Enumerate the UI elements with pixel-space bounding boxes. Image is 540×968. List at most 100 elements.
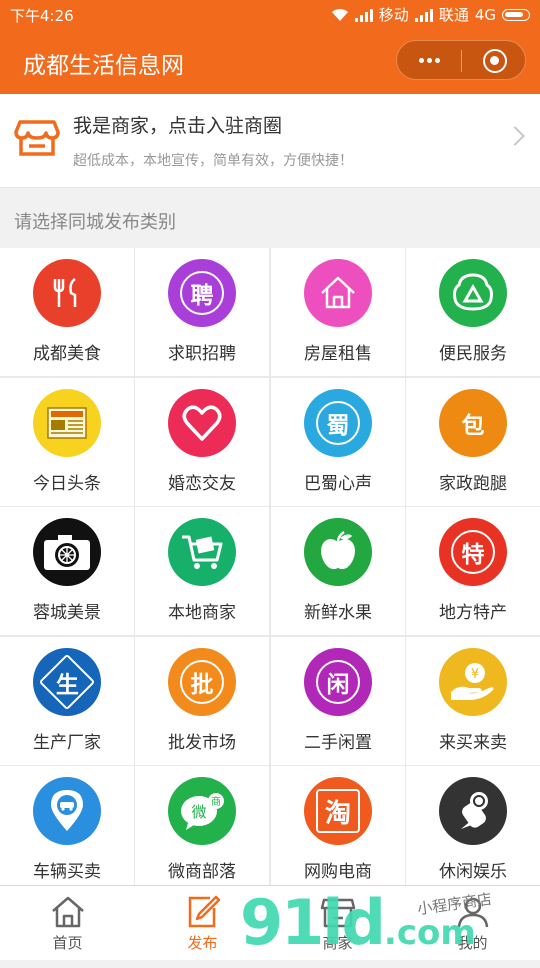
category-item[interactable]: 休闲娱乐 — [406, 766, 540, 894]
carrier-1: 移动 — [378, 6, 409, 24]
category-item[interactable]: 便民服务 — [406, 248, 540, 376]
network-type: 4G — [474, 5, 496, 24]
housekeeping-glyph: 包 — [461, 413, 485, 439]
tab-home[interactable]: 首页 — [0, 886, 135, 961]
specialty-glyph: 特 — [461, 542, 485, 568]
category-label: 今日头条 — [33, 474, 101, 494]
category-label: 生产厂家 — [33, 733, 101, 753]
chevron-right-icon — [505, 126, 525, 146]
store-icon — [14, 120, 60, 156]
capsule-divider — [461, 50, 462, 72]
wholesale-glyph: 批 — [190, 672, 214, 698]
merchant-title: 我是商家，点击入驻商圈 — [73, 115, 283, 137]
merchant-subtitle: 超低成本，本地宣传，简单有效，方便快捷！ — [73, 153, 353, 169]
category-label: 微商部落 — [168, 862, 236, 882]
specialty-icon: 特 — [439, 518, 507, 586]
trade-icon: ¥ — [439, 648, 507, 716]
watermark-logo-text: 91ld — [240, 886, 386, 959]
category-item[interactable]: 车辆买卖 — [0, 766, 134, 894]
category-item[interactable]: 成都美食 — [0, 248, 134, 376]
category-label: 婚恋交友 — [168, 474, 236, 494]
car-icon — [33, 777, 101, 845]
wechat-shop-icon: 微商 — [168, 777, 236, 845]
secondhand-icon: 闲 — [304, 648, 372, 716]
house-icon — [304, 259, 372, 327]
news-icon — [33, 389, 101, 457]
category-label: 网购电商 — [304, 862, 372, 882]
close-miniprogram-icon[interactable] — [483, 49, 507, 73]
merchant-join-banner[interactable]: 我是商家，点击入驻商圈 超低成本，本地宣传，简单有效，方便快捷！ — [0, 94, 540, 188]
category-item[interactable]: 特地方特产 — [406, 507, 540, 635]
shu-glyph: 蜀 — [326, 413, 350, 439]
apple-icon — [304, 518, 372, 586]
category-label: 休闲娱乐 — [439, 862, 507, 882]
recruit-glyph: 聘 — [190, 283, 214, 309]
watermark-logo-suffix: .com — [383, 913, 476, 953]
category-label: 蓉城美景 — [33, 603, 101, 623]
status-right: 移动 联通 4G — [331, 4, 530, 25]
wifi-icon — [331, 8, 348, 21]
category-item[interactable]: 微商微商部落 — [135, 766, 269, 894]
svg-text:微: 微 — [191, 803, 206, 821]
category-label: 巴蜀心声 — [304, 474, 372, 494]
category-label: 成都美食 — [33, 344, 101, 364]
factory-glyph: 生 — [55, 672, 79, 698]
category-label: 来买来卖 — [439, 733, 507, 753]
recruit-icon: 聘 — [168, 259, 236, 327]
category-item[interactable]: 房屋租售 — [271, 248, 405, 376]
category-label: 房屋租售 — [304, 344, 372, 364]
category-label: 求职招聘 — [168, 344, 236, 364]
category-label: 车辆买卖 — [33, 862, 101, 882]
status-time: 下午4:26 — [10, 7, 74, 25]
category-item[interactable]: 今日头条 — [0, 378, 134, 506]
taobao-glyph: 淘 — [324, 798, 351, 829]
category-item[interactable]: 淘网购电商 — [271, 766, 405, 894]
category-item[interactable]: 蓉城美景 — [0, 507, 134, 635]
taobao-icon: 淘 — [304, 777, 372, 845]
publish-icon — [188, 895, 221, 928]
shu-icon: 蜀 — [304, 389, 372, 457]
page-title: 成都生活信息网 — [23, 53, 184, 79]
heart-icon — [168, 389, 236, 457]
category-item[interactable]: 批批发市场 — [135, 637, 269, 765]
housekeeping-icon: 包 — [439, 389, 507, 457]
category-item[interactable]: 闲二手闲置 — [271, 637, 405, 765]
signal-icon — [354, 8, 373, 22]
category-item[interactable]: 婚恋交友 — [135, 378, 269, 506]
navigation-bar: 成都生活信息网 — [0, 28, 540, 94]
factory-icon: 生 — [33, 648, 101, 716]
status-bar: 下午4:26 移动 联通 4G — [0, 0, 540, 28]
category-label: 新鲜水果 — [304, 603, 372, 623]
category-label: 家政跑腿 — [439, 474, 507, 494]
category-item[interactable]: 蜀巴蜀心声 — [271, 378, 405, 506]
category-item[interactable]: 新鲜水果 — [271, 507, 405, 635]
category-item[interactable]: 聘求职招聘 — [135, 248, 269, 376]
miniprogram-capsule — [396, 40, 526, 80]
signal-icon — [414, 8, 433, 22]
category-label: 本地商家 — [168, 603, 236, 623]
home-icon — [52, 896, 84, 928]
more-icon[interactable] — [415, 51, 445, 71]
mic-icon — [439, 777, 507, 845]
battery-icon — [502, 8, 530, 21]
carrier-2: 联通 — [438, 6, 469, 24]
category-grid: 成都美食聘求职招聘 房屋租售 便民服务 今日头条 婚恋交友蜀巴蜀心声包家政跑腿 蓉城美景本… — [0, 248, 540, 894]
category-label: 地方特产 — [439, 603, 507, 623]
tab-home-label: 首页 — [52, 934, 83, 952]
category-label: 批发市场 — [168, 733, 236, 753]
section-label: 请选择同城发布类别 — [14, 212, 176, 233]
category-item[interactable]: 本地商家 — [135, 507, 269, 635]
svg-text:商: 商 — [211, 795, 221, 808]
wholesale-icon: 批 — [168, 648, 236, 716]
category-item[interactable]: 包家政跑腿 — [406, 378, 540, 506]
cart-icon — [168, 518, 236, 586]
svg-text:¥: ¥ — [471, 667, 479, 682]
food-icon — [33, 259, 101, 327]
category-label: 便民服务 — [439, 344, 507, 364]
service-icon — [439, 259, 507, 327]
category-item[interactable]: ¥ 来买来卖 — [406, 637, 540, 765]
secondhand-glyph: 闲 — [326, 672, 350, 698]
camera-icon — [33, 518, 101, 586]
category-label: 二手闲置 — [304, 733, 372, 753]
category-item[interactable]: 生生产厂家 — [0, 637, 134, 765]
